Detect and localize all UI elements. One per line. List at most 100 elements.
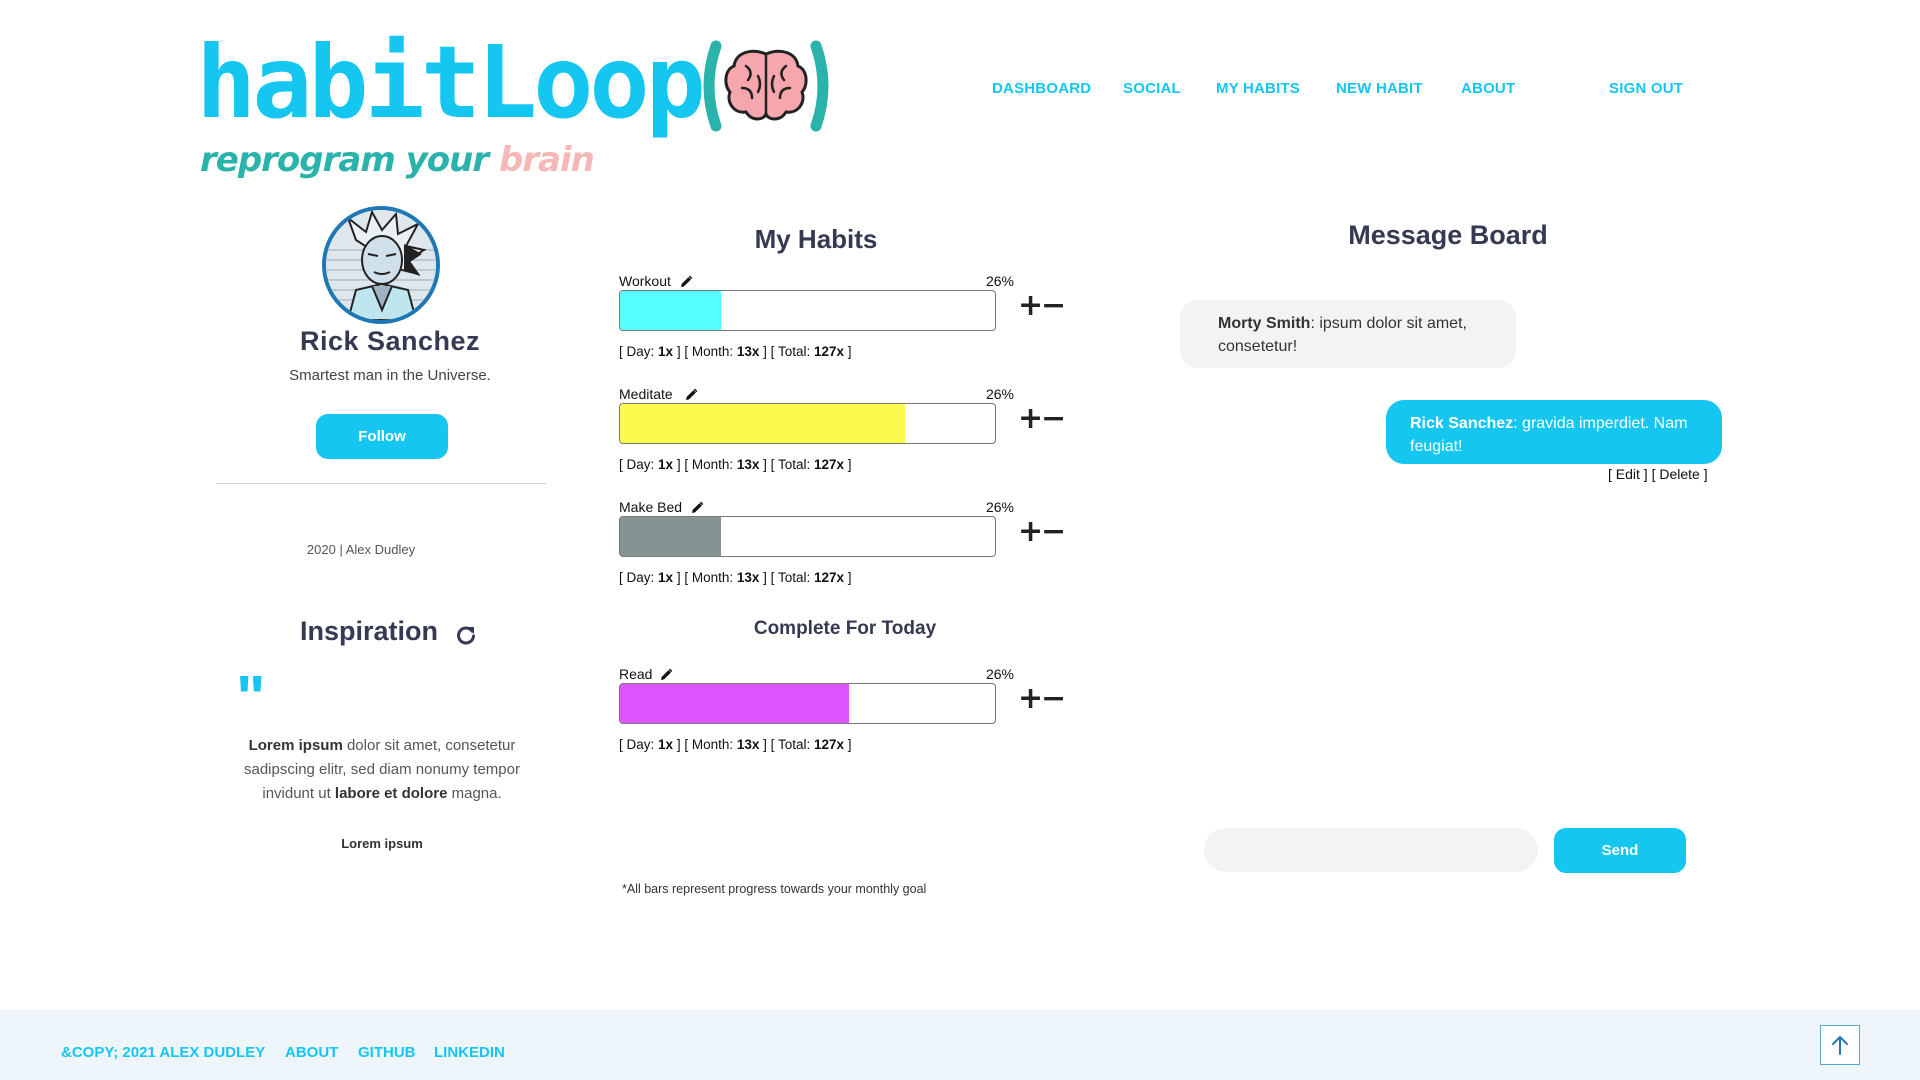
decrement-habit-button[interactable]: − — [1041, 517, 1066, 547]
edit-habit-pencil-icon[interactable] — [684, 387, 698, 401]
stat-total-value: 127x — [813, 737, 845, 752]
habit-name: Workout — [619, 273, 671, 289]
stat-month-value: 13x — [736, 344, 760, 359]
profile-meta: 2020 | Alex Dudley — [306, 542, 416, 557]
stat-month-label: Month: — [691, 737, 734, 752]
increment-habit-button[interactable]: + — [1018, 517, 1043, 547]
message-author: Rick Sanchez — [1410, 415, 1514, 432]
habit-percent: 26% — [985, 273, 1014, 289]
habit-progress-bar — [619, 403, 996, 444]
message-input[interactable] — [1204, 828, 1538, 872]
complete-title: Complete For Today — [753, 618, 937, 639]
increment-habit-button[interactable]: + — [1018, 684, 1043, 714]
footer-github-link[interactable]: GITHUB — [358, 1044, 416, 1061]
habit-progress-fill — [620, 404, 905, 443]
quote-mark-icon: " — [236, 664, 266, 733]
send-button[interactable]: Send — [1554, 828, 1686, 873]
nav-new-habit[interactable]: NEW HABIT — [1336, 80, 1423, 97]
follow-button[interactable]: Follow — [316, 414, 448, 459]
profile-divider — [216, 483, 546, 484]
refresh-icon[interactable] — [455, 624, 477, 646]
stat-day-value: 1x — [658, 344, 674, 359]
habit-percent: 26% — [985, 499, 1014, 515]
habit-progress-fill — [620, 291, 722, 330]
habit-name: Read — [619, 666, 653, 682]
habit-progress-bar — [619, 516, 996, 557]
habit-make-bed: Make Bed 26% + − [ Day: 1x ] [ Month: 13x ] … — [619, 499, 1069, 599]
increment-habit-button[interactable]: + — [1018, 404, 1043, 434]
quote-text-2: magna. — [447, 785, 502, 802]
stat-month-label: Month: — [691, 344, 734, 359]
stat-day-value: 1x — [658, 457, 674, 472]
nav-social[interactable]: SOCIAL — [1123, 80, 1181, 97]
stat-total-label: Total: — [777, 344, 811, 359]
decrement-habit-button[interactable]: − — [1041, 291, 1066, 321]
logo-tagline: reprogram your brain — [200, 140, 595, 180]
habit-name: Meditate — [619, 386, 673, 402]
avatar-image — [326, 210, 436, 320]
nav-sign-out[interactable]: SIGN OUT — [1609, 80, 1683, 97]
habit-meditate: Meditate 26% + − [ Day: 1x ] [ Month: 13x ] … — [619, 386, 1069, 486]
stat-total-label: Total: — [777, 737, 811, 752]
stat-day-value: 1x — [658, 570, 674, 585]
main-nav: DASHBOARD SOCIAL MY HABITS NEW HABIT ABO… — [0, 80, 1920, 104]
habit-stats: [ Day: 1x ] [ Month: 13x ] [ Total: 127x… — [619, 344, 852, 359]
footer-linkedin-link[interactable]: LINKEDIN — [434, 1044, 505, 1061]
stat-total-value: 127x — [813, 344, 845, 359]
habit-progress-fill — [620, 684, 849, 723]
habit-progress-bar — [619, 683, 996, 724]
quote-bold-2: labore et dolore — [334, 785, 448, 802]
avatar — [322, 206, 440, 324]
stat-month-value: 13x — [736, 457, 760, 472]
back-to-top-button[interactable] — [1820, 1025, 1860, 1065]
stat-day-label: Day: — [626, 344, 655, 359]
decrement-habit-button[interactable]: − — [1041, 684, 1066, 714]
habit-stats: [ Day: 1x ] [ Month: 13x ] [ Total: 127x… — [619, 570, 852, 585]
habit-percent: 26% — [985, 666, 1014, 682]
stat-total-label: Total: — [777, 570, 811, 585]
stat-month-value: 13x — [736, 737, 760, 752]
quote-text: Lorem ipsum dolor sit amet, consetetur s… — [230, 734, 534, 806]
inspiration-title: Inspiration — [300, 616, 439, 646]
habit-stats: [ Day: 1x ] [ Month: 13x ] [ Total: 127x… — [619, 457, 852, 472]
message-actions: [ Edit ] [ Delete ] — [1608, 466, 1708, 482]
profile-name: Rick Sanchez — [299, 326, 481, 356]
habit-name: Make Bed — [619, 499, 683, 515]
message-author: Morty Smith — [1218, 315, 1311, 332]
message-board-title: Message Board — [1348, 220, 1548, 250]
stat-month-label: Month: — [691, 457, 734, 472]
arrow-up-icon — [1832, 1035, 1848, 1055]
habit-progress-bar — [619, 290, 996, 331]
footer-about-link[interactable]: ABOUT — [285, 1044, 338, 1061]
stat-day-value: 1x — [658, 737, 674, 752]
decrement-habit-button[interactable]: − — [1041, 404, 1066, 434]
tagline-main: reprogram your — [200, 140, 489, 180]
habit-read: Read 26% + − [ Day: 1x ] [ Month: 13x ] [ To… — [619, 666, 1069, 766]
quote-author: Lorem ipsum — [341, 836, 423, 851]
message-outgoing: Rick Sanchez: gravida imperdiet. Nam feu… — [1386, 400, 1722, 464]
footer: &COPY; 2021 ALEX DUDLEY ABOUT GITHUB LIN… — [0, 1010, 1920, 1080]
habit-stats: [ Day: 1x ] [ Month: 13x ] [ Total: 127x… — [619, 737, 852, 752]
habit-progress-fill — [620, 517, 722, 556]
edit-message-link[interactable]: [ Edit ] — [1608, 466, 1648, 482]
stat-month-value: 13x — [736, 570, 760, 585]
stat-total-value: 127x — [813, 570, 845, 585]
nav-about[interactable]: ABOUT — [1461, 80, 1515, 97]
nav-dashboard[interactable]: DASHBOARD — [992, 80, 1091, 97]
nav-my-habits[interactable]: MY HABITS — [1216, 80, 1300, 97]
stat-day-label: Day: — [626, 737, 655, 752]
habit-workout: Workout 26% + − [ Day: 1x ] [ Month: 13x ] [… — [619, 273, 1069, 373]
edit-habit-pencil-icon[interactable] — [690, 500, 704, 514]
footer-copyright[interactable]: &COPY; 2021 ALEX DUDLEY — [61, 1044, 265, 1061]
quote-bold-1: Lorem ipsum — [248, 737, 343, 754]
edit-habit-pencil-icon[interactable] — [679, 274, 693, 288]
tagline-accent: brain — [498, 140, 595, 180]
edit-habit-pencil-icon[interactable] — [659, 667, 673, 681]
message-incoming: Morty Smith: ipsum dolor sit amet, conse… — [1180, 300, 1516, 368]
stat-total-label: Total: — [777, 457, 811, 472]
delete-message-link[interactable]: [ Delete ] — [1652, 466, 1708, 482]
habit-percent: 26% — [985, 386, 1014, 402]
increment-habit-button[interactable]: + — [1018, 291, 1043, 321]
stat-month-label: Month: — [691, 570, 734, 585]
stat-day-label: Day: — [626, 457, 655, 472]
